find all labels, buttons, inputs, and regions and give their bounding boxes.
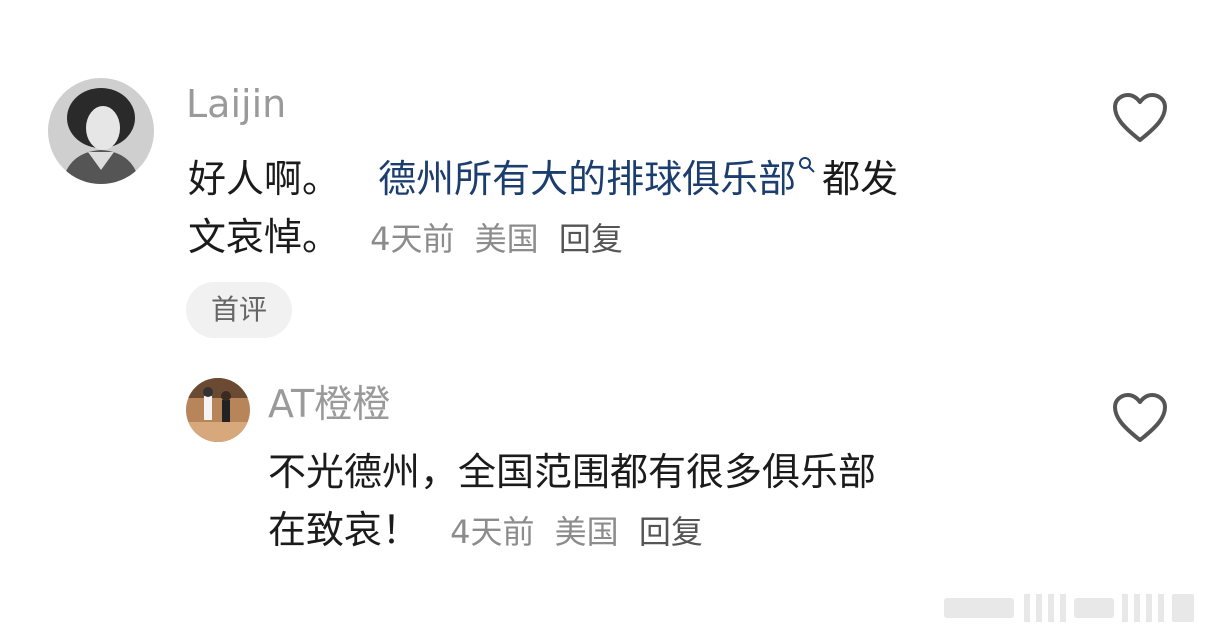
comment-text-part: 好人啊。 <box>188 157 341 201</box>
comment-text-part: 文哀悼。 <box>188 215 341 259</box>
username[interactable]: AT橙橙 <box>268 382 390 426</box>
avatar[interactable] <box>48 78 154 184</box>
comment-text-part: 在致哀！ <box>268 508 421 552</box>
reply-button[interactable]: 回复 <box>559 220 623 258</box>
reply-button[interactable]: 回复 <box>639 513 703 551</box>
comment-text: 不光德州，全国范围都有很多俱乐部 在致哀！ 4天前 美国 回复 <box>268 443 876 561</box>
comment-location: 美国 <box>554 513 619 551</box>
watermark-logo <box>944 594 1194 622</box>
avatar[interactable] <box>186 378 250 442</box>
comment-time: 4天前 <box>370 220 455 258</box>
comment-text-part: 都发 <box>822 157 899 201</box>
search-icon[interactable] <box>798 156 816 174</box>
search-link[interactable]: 德州所有大的排球俱乐部 <box>378 157 796 201</box>
heart-icon[interactable] <box>1112 392 1168 444</box>
username[interactable]: Laijin <box>186 82 286 126</box>
heart-icon[interactable] <box>1112 92 1168 144</box>
comment-text: 好人啊。 德州所有大的排球俱乐部 都发 文哀悼。 4天前 美国 回复 <box>188 150 898 268</box>
comment-text-part: 不光德州，全国范围都有很多俱乐部 <box>268 450 877 494</box>
comment-time: 4天前 <box>450 513 535 551</box>
comment-meta: 4天前 美国 回复 <box>450 513 713 551</box>
first-comment-badge: 首评 <box>186 282 292 338</box>
comment-meta: 4天前 美国 回复 <box>370 220 633 258</box>
comment-location: 美国 <box>474 220 539 258</box>
